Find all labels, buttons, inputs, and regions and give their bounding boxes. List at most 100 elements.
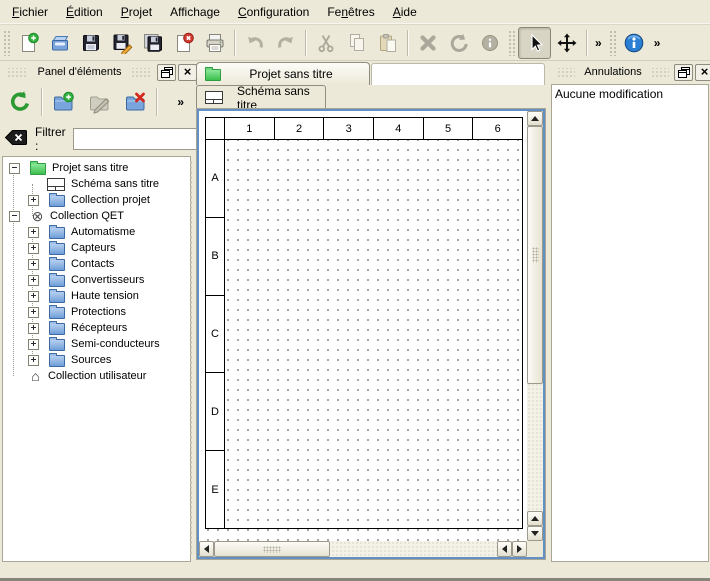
move-tool-icon bbox=[556, 32, 578, 54]
tree-item-label: Collection QET bbox=[50, 210, 124, 222]
menu-projet[interactable]: Projet bbox=[112, 2, 161, 22]
tree-expander[interactable] bbox=[28, 195, 39, 206]
delete-button[interactable] bbox=[412, 28, 443, 58]
tree-item[interactable]: Schéma sans titre bbox=[3, 176, 190, 192]
tree-expander[interactable] bbox=[9, 163, 20, 174]
tab-schema[interactable]: Schéma sans titre bbox=[196, 85, 326, 109]
paste-button[interactable] bbox=[372, 28, 403, 58]
select-tool-icon bbox=[524, 32, 546, 54]
toolbar-overflow-button[interactable]: » bbox=[650, 36, 665, 50]
tree-item[interactable]: Collection utilisateur bbox=[3, 368, 190, 384]
tree-item[interactable]: Automatisme bbox=[3, 224, 190, 240]
edit-category-button[interactable] bbox=[81, 86, 117, 118]
folder-green-icon bbox=[30, 163, 46, 175]
new-category-button[interactable] bbox=[45, 86, 81, 118]
copy-button[interactable] bbox=[341, 28, 372, 58]
tree-item[interactable]: Haute tension bbox=[3, 288, 190, 304]
float-panel-button[interactable] bbox=[157, 64, 176, 81]
rotate-button[interactable] bbox=[443, 28, 474, 58]
toolbar-overflow-button[interactable]: » bbox=[591, 36, 606, 50]
scroll-left-button[interactable] bbox=[199, 541, 214, 557]
vertical-scrollbar[interactable] bbox=[527, 111, 543, 541]
cut-button[interactable] bbox=[310, 28, 341, 58]
tree-expander[interactable] bbox=[28, 307, 39, 318]
scroll-left-button[interactable] bbox=[497, 541, 512, 557]
tree-item[interactable]: Convertisseurs bbox=[3, 272, 190, 288]
schematic-view[interactable]: 123456 ABCDE bbox=[197, 109, 545, 559]
tree-expander[interactable] bbox=[28, 355, 39, 366]
tree-expander[interactable] bbox=[28, 275, 39, 286]
reload-collections-button[interactable] bbox=[2, 86, 38, 118]
toolbar-drag-handle[interactable] bbox=[3, 30, 10, 56]
undo-list-item[interactable]: Aucune modification bbox=[552, 85, 708, 103]
about-button[interactable] bbox=[619, 28, 650, 58]
delete-category-button[interactable] bbox=[117, 86, 153, 118]
menu-configuration[interactable]: Configuration bbox=[229, 2, 318, 22]
toolbar-overflow-button[interactable]: » bbox=[177, 95, 184, 109]
toolbar-separator bbox=[407, 30, 408, 56]
tree-item-label: Contacts bbox=[71, 258, 114, 270]
tree-item[interactable]: Protections bbox=[3, 304, 190, 320]
menu-fichier[interactable]: Fichier bbox=[3, 2, 57, 22]
tree-item[interactable]: Capteurs bbox=[3, 240, 190, 256]
redo-button[interactable] bbox=[270, 28, 301, 58]
scroll-down-button[interactable] bbox=[527, 526, 543, 541]
tree-expander[interactable] bbox=[9, 211, 20, 222]
horizontal-scrollbar[interactable] bbox=[199, 541, 527, 557]
tree-expander[interactable] bbox=[28, 227, 39, 238]
tree-item[interactable]: Récepteurs bbox=[3, 320, 190, 336]
tree-expander[interactable] bbox=[28, 259, 39, 270]
scroll-up-button[interactable] bbox=[527, 111, 543, 126]
tree-item[interactable]: Collection QET bbox=[3, 208, 190, 224]
vertical-scrollbar-thumb[interactable] bbox=[527, 126, 543, 384]
select-tool-button[interactable] bbox=[518, 27, 551, 59]
frame-column-label: 4 bbox=[374, 118, 424, 139]
tab-project-label: Projet sans titre bbox=[227, 67, 355, 81]
save-as-button[interactable] bbox=[106, 28, 137, 58]
tree-item-label: Schéma sans titre bbox=[71, 178, 159, 190]
tree-item[interactable]: Sources bbox=[3, 352, 190, 368]
tree-item[interactable]: Contacts bbox=[3, 256, 190, 272]
tab-project[interactable]: Projet sans titre bbox=[196, 62, 370, 85]
tree-expander[interactable] bbox=[28, 323, 39, 334]
tree-expander[interactable] bbox=[28, 339, 39, 350]
toolbar-drag-handle[interactable] bbox=[609, 30, 616, 56]
menu-edition[interactable]: Édition bbox=[57, 2, 112, 22]
tree-expander[interactable] bbox=[28, 243, 39, 254]
filter-input[interactable] bbox=[73, 128, 201, 150]
menu-fenetres[interactable]: Fenêtres bbox=[318, 2, 383, 22]
tree-expander[interactable] bbox=[28, 291, 39, 302]
tree-item[interactable]: Collection projet bbox=[3, 192, 190, 208]
move-tool-button[interactable] bbox=[551, 28, 582, 58]
schema-icon bbox=[47, 178, 65, 191]
clear-filter-button[interactable] bbox=[4, 129, 28, 149]
new-document-button[interactable] bbox=[13, 28, 44, 58]
save-all-button[interactable] bbox=[137, 28, 168, 58]
open-project-button[interactable] bbox=[44, 28, 75, 58]
tree-item-label: Projet sans titre bbox=[52, 162, 128, 174]
drawing-frame: 123456 ABCDE bbox=[205, 117, 523, 529]
dock-splitter[interactable] bbox=[189, 160, 194, 556]
dock-texture bbox=[651, 68, 669, 77]
frame-column-label: 5 bbox=[424, 118, 474, 139]
close-panel-button[interactable] bbox=[178, 64, 197, 81]
element-tree: Projet sans titre Schéma sans titre Collec… bbox=[3, 157, 190, 384]
tree-item[interactable]: Projet sans titre bbox=[3, 160, 190, 176]
undo-button[interactable] bbox=[239, 28, 270, 58]
menu-affichage[interactable]: Affichage bbox=[161, 2, 229, 22]
float-panel-button[interactable] bbox=[674, 64, 693, 81]
menu-aide[interactable]: Aide bbox=[384, 2, 426, 22]
new-document-icon bbox=[18, 32, 40, 54]
horizontal-scrollbar-thumb[interactable] bbox=[214, 541, 330, 557]
info-button[interactable] bbox=[474, 28, 505, 58]
close-panel-button[interactable] bbox=[695, 64, 710, 81]
tree-item[interactable]: Semi-conducteurs bbox=[3, 336, 190, 352]
schematic-canvas[interactable]: 123456 ABCDE bbox=[199, 111, 527, 541]
close-document-icon bbox=[173, 32, 195, 54]
toolbar-drag-handle[interactable] bbox=[508, 30, 515, 56]
close-document-button[interactable] bbox=[168, 28, 199, 58]
scroll-right-button[interactable] bbox=[512, 541, 527, 557]
print-button[interactable] bbox=[199, 28, 230, 58]
scroll-up-button[interactable] bbox=[527, 511, 543, 526]
save-button[interactable] bbox=[75, 28, 106, 58]
